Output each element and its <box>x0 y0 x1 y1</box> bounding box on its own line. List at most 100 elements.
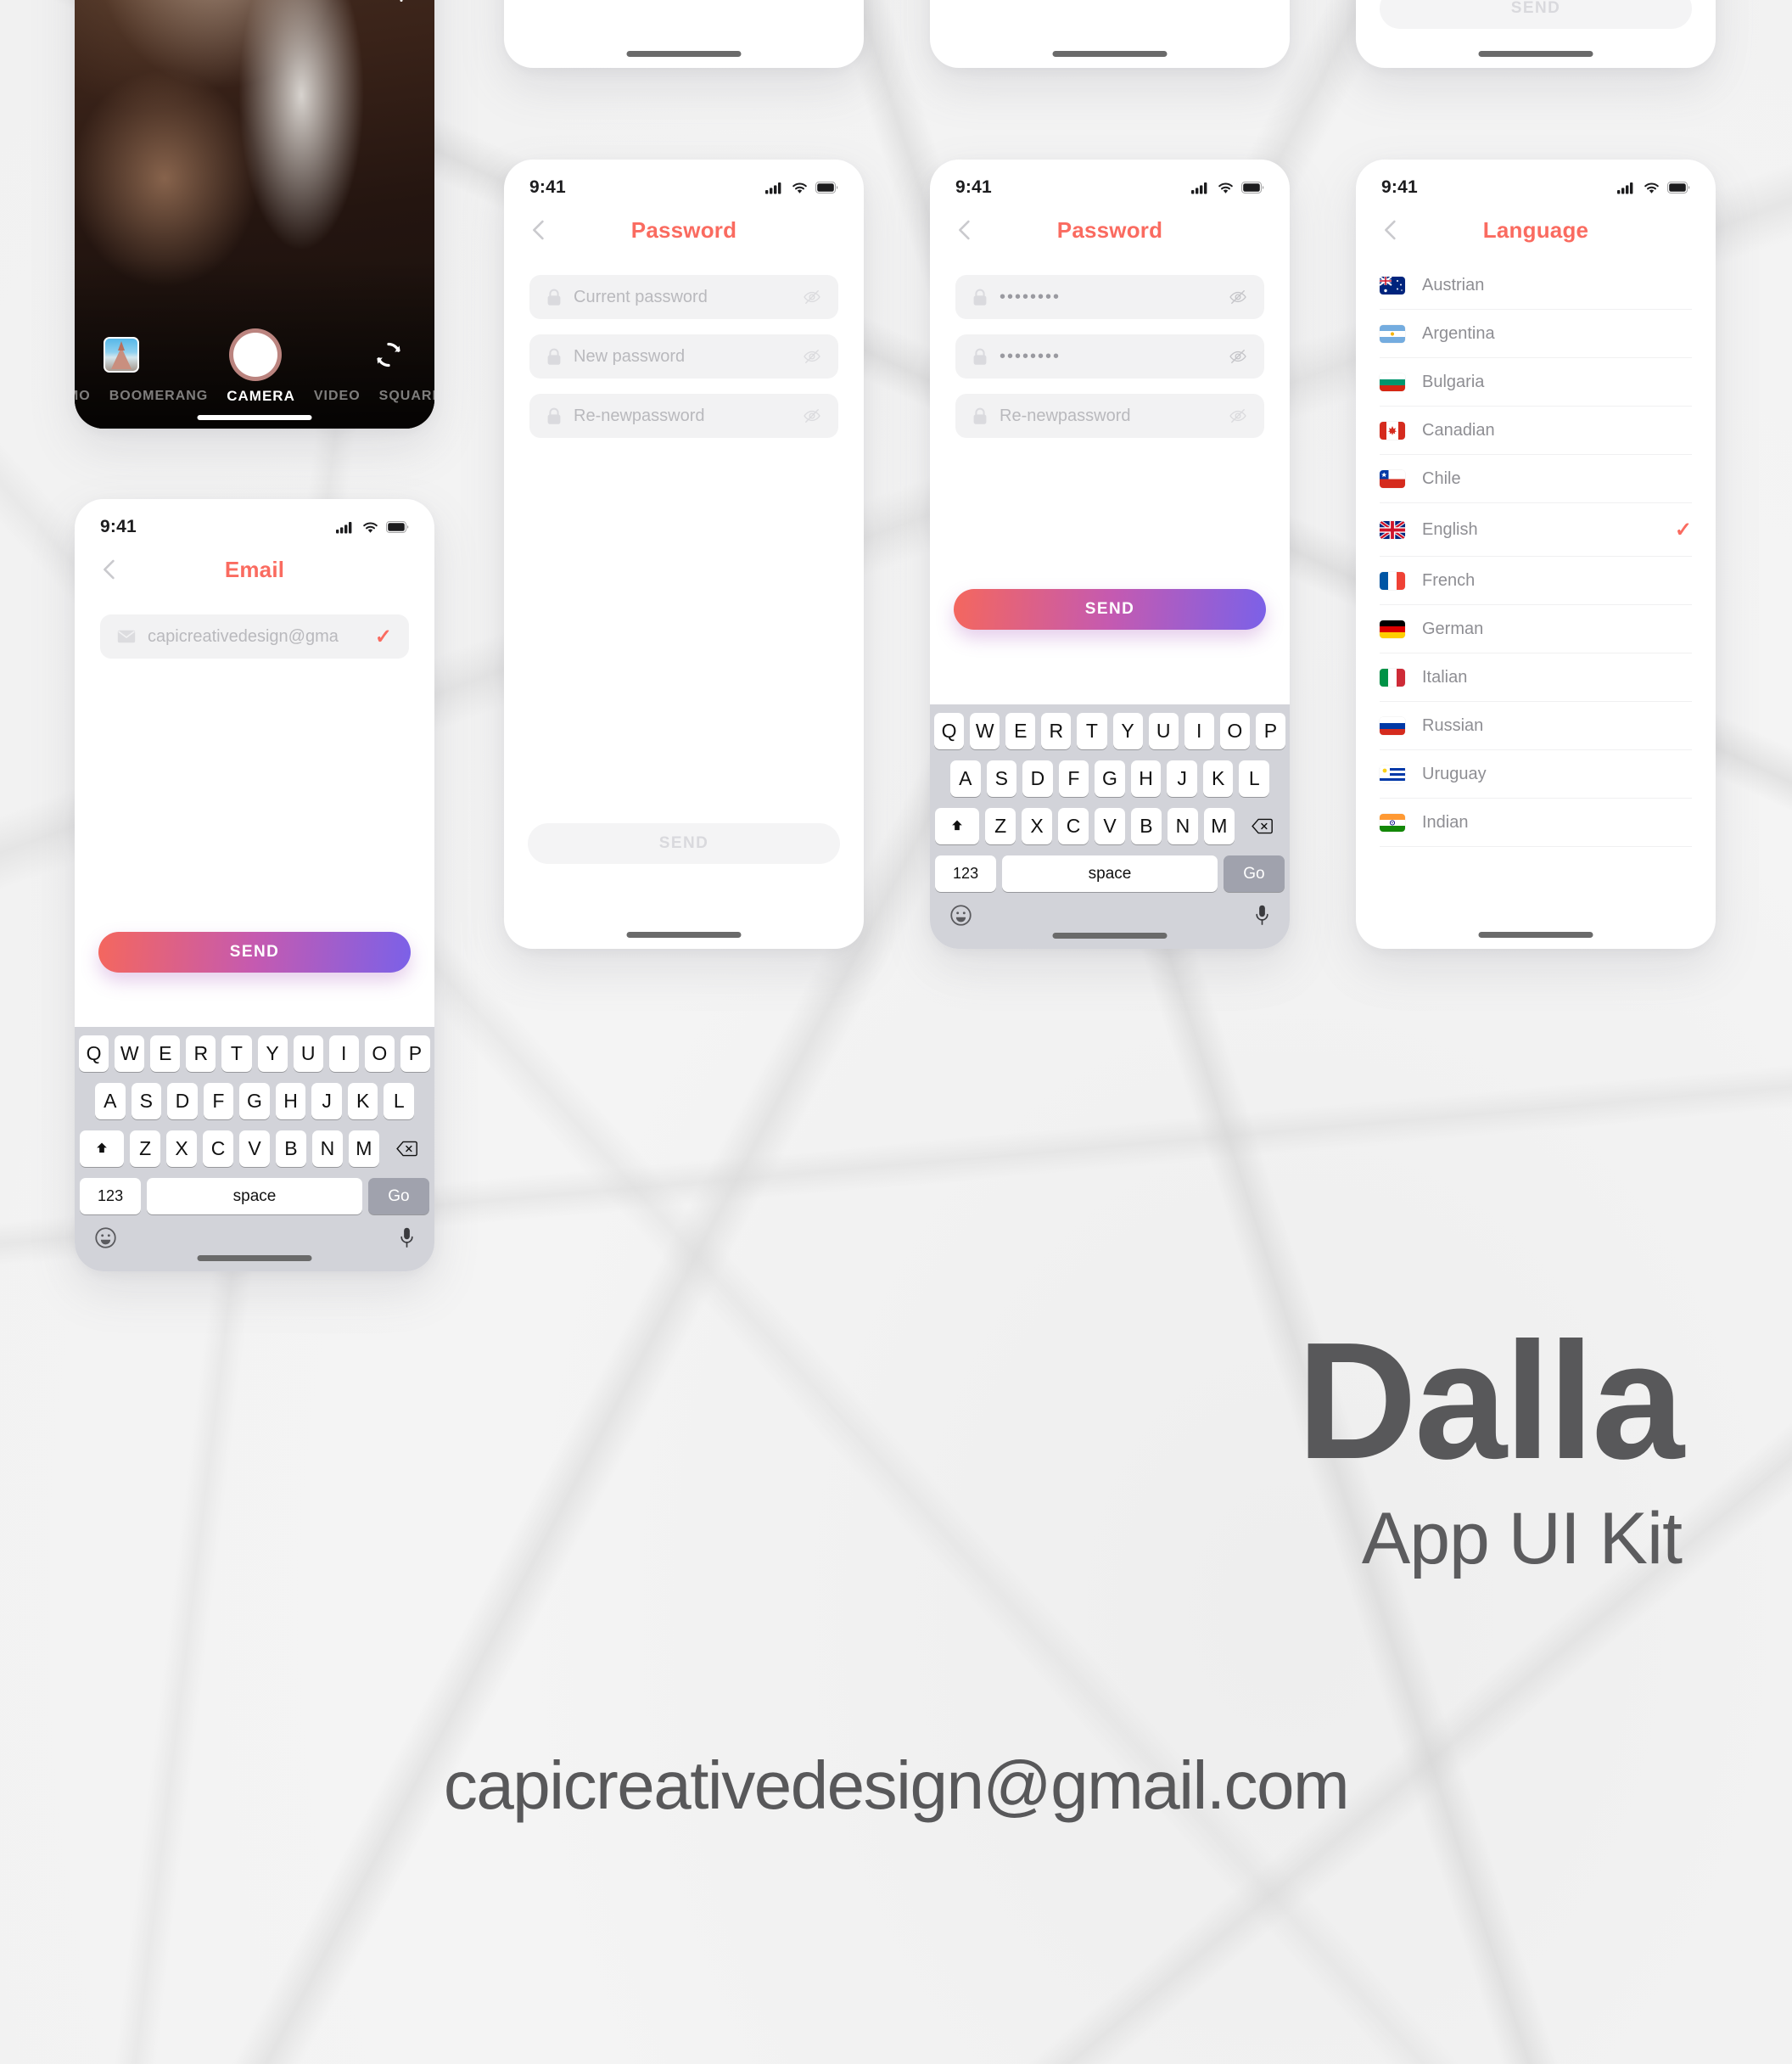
shutter-button[interactable] <box>229 328 282 381</box>
camera-mode[interactable]: SQUARE <box>379 389 434 404</box>
key-z[interactable]: Z <box>985 808 1016 844</box>
key-d[interactable]: D <box>1022 760 1053 797</box>
language-row-canadian[interactable]: Canadian <box>1380 407 1692 455</box>
current-password-field[interactable]: •••••••• <box>955 275 1264 319</box>
new-password-field[interactable]: •••••••• <box>955 334 1264 379</box>
email-field[interactable]: capicreativedesign@gma ✓ <box>100 614 409 659</box>
emoji-icon[interactable] <box>94 1226 117 1249</box>
key-z[interactable]: Z <box>130 1130 161 1167</box>
key-y[interactable]: Y <box>1112 713 1143 749</box>
key-i[interactable]: I <box>328 1035 359 1072</box>
new-password-field[interactable]: New password <box>529 334 838 379</box>
key-k[interactable]: K <box>347 1083 378 1119</box>
go-key[interactable]: Go <box>367 1178 429 1214</box>
send-button[interactable]: SEND <box>528 823 840 864</box>
key-u[interactable]: U <box>1148 713 1179 749</box>
emoji-icon[interactable] <box>949 904 972 927</box>
key-a[interactable]: A <box>94 1083 126 1119</box>
language-row-austrian[interactable]: Austrian <box>1380 261 1692 310</box>
eye-off-icon[interactable] <box>803 349 821 364</box>
key-j[interactable]: J <box>1167 760 1197 797</box>
key-v[interactable]: V <box>1095 808 1125 844</box>
eye-off-icon[interactable] <box>803 408 821 423</box>
key-g[interactable]: G <box>1095 760 1125 797</box>
key-p[interactable]: P <box>1255 713 1285 749</box>
key-d[interactable]: D <box>167 1083 198 1119</box>
flip-camera-icon[interactable] <box>372 338 406 372</box>
backspace-key[interactable] <box>1240 808 1285 844</box>
key-k[interactable]: K <box>1202 760 1234 797</box>
key-h[interactable]: H <box>275 1083 306 1119</box>
renew-password-field[interactable]: Re-newpassword <box>529 394 838 438</box>
microphone-icon[interactable] <box>1254 904 1270 927</box>
shift-key[interactable] <box>80 1130 125 1167</box>
language-row-bulgaria[interactable]: Bulgaria <box>1380 358 1692 407</box>
key-c[interactable]: C <box>203 1130 234 1167</box>
eye-off-icon[interactable] <box>1229 289 1247 305</box>
key-a[interactable]: A <box>949 760 981 797</box>
key-t[interactable]: T <box>221 1035 252 1072</box>
key-q[interactable]: Q <box>934 713 965 749</box>
space-key[interactable]: space <box>1002 855 1218 892</box>
backspace-key[interactable] <box>384 1130 429 1167</box>
eye-off-icon[interactable] <box>803 289 821 305</box>
key-w[interactable]: W <box>115 1035 145 1072</box>
go-key[interactable]: Go <box>1223 855 1285 892</box>
key-s[interactable]: S <box>131 1083 162 1119</box>
key-l[interactable]: L <box>1239 760 1270 797</box>
key-n[interactable]: N <box>1167 808 1198 844</box>
language-row-chile[interactable]: Chile <box>1380 455 1692 503</box>
key-p[interactable]: P <box>400 1035 430 1072</box>
key-m[interactable]: M <box>348 1130 379 1167</box>
space-key[interactable]: space <box>147 1178 362 1214</box>
key-b[interactable]: B <box>275 1130 306 1167</box>
camera-mode-active[interactable]: CAMERA <box>227 388 295 405</box>
key-o[interactable]: O <box>364 1035 395 1072</box>
gallery-thumbnail[interactable] <box>104 337 139 373</box>
key-e[interactable]: E <box>1005 713 1036 749</box>
key-r[interactable]: R <box>1041 713 1072 749</box>
key-i[interactable]: I <box>1184 713 1214 749</box>
numbers-key[interactable]: 123 <box>80 1178 142 1214</box>
key-o[interactable]: O <box>1219 713 1250 749</box>
eye-off-icon[interactable] <box>1229 349 1247 364</box>
key-v[interactable]: V <box>239 1130 270 1167</box>
key-b[interactable]: B <box>1130 808 1162 844</box>
key-j[interactable]: J <box>311 1083 342 1119</box>
key-f[interactable]: F <box>1058 760 1089 797</box>
camera-mode[interactable]: BOOMERANG <box>109 389 209 404</box>
eye-off-icon[interactable] <box>1229 408 1247 423</box>
key-s[interactable]: S <box>986 760 1017 797</box>
key-r[interactable]: R <box>186 1035 216 1072</box>
brightness-slider[interactable] <box>387 0 416 2</box>
language-row-russian[interactable]: Russian <box>1380 702 1692 750</box>
language-row-english[interactable]: English ✓ <box>1380 503 1692 557</box>
camera-mode[interactable]: MO <box>75 389 91 404</box>
key-y[interactable]: Y <box>257 1035 288 1072</box>
key-l[interactable]: L <box>384 1083 415 1119</box>
camera-mode[interactable]: VIDEO <box>314 389 361 404</box>
key-e[interactable]: E <box>150 1035 181 1072</box>
language-row-french[interactable]: French <box>1380 557 1692 605</box>
key-t[interactable]: T <box>1077 713 1107 749</box>
shift-key[interactable] <box>935 808 980 844</box>
microphone-icon[interactable] <box>399 1226 415 1249</box>
key-q[interactable]: Q <box>79 1035 109 1072</box>
key-h[interactable]: H <box>1130 760 1162 797</box>
key-n[interactable]: N <box>311 1130 343 1167</box>
key-u[interactable]: U <box>293 1035 323 1072</box>
numbers-key[interactable]: 123 <box>935 855 997 892</box>
key-c[interactable]: C <box>1058 808 1089 844</box>
language-row-german[interactable]: German <box>1380 605 1692 653</box>
key-w[interactable]: W <box>970 713 1000 749</box>
current-password-field[interactable]: Current password <box>529 275 838 319</box>
key-g[interactable]: G <box>239 1083 270 1119</box>
key-f[interactable]: F <box>203 1083 234 1119</box>
send-button[interactable]: SEND <box>98 932 411 973</box>
language-row-uruguay[interactable]: Uruguay <box>1380 750 1692 799</box>
language-row-indian[interactable]: Indian <box>1380 799 1692 847</box>
key-x[interactable]: X <box>1022 808 1053 844</box>
key-m[interactable]: M <box>1203 808 1235 844</box>
language-row-italian[interactable]: Italian <box>1380 653 1692 702</box>
renew-password-field[interactable]: Re-newpassword <box>955 394 1264 438</box>
